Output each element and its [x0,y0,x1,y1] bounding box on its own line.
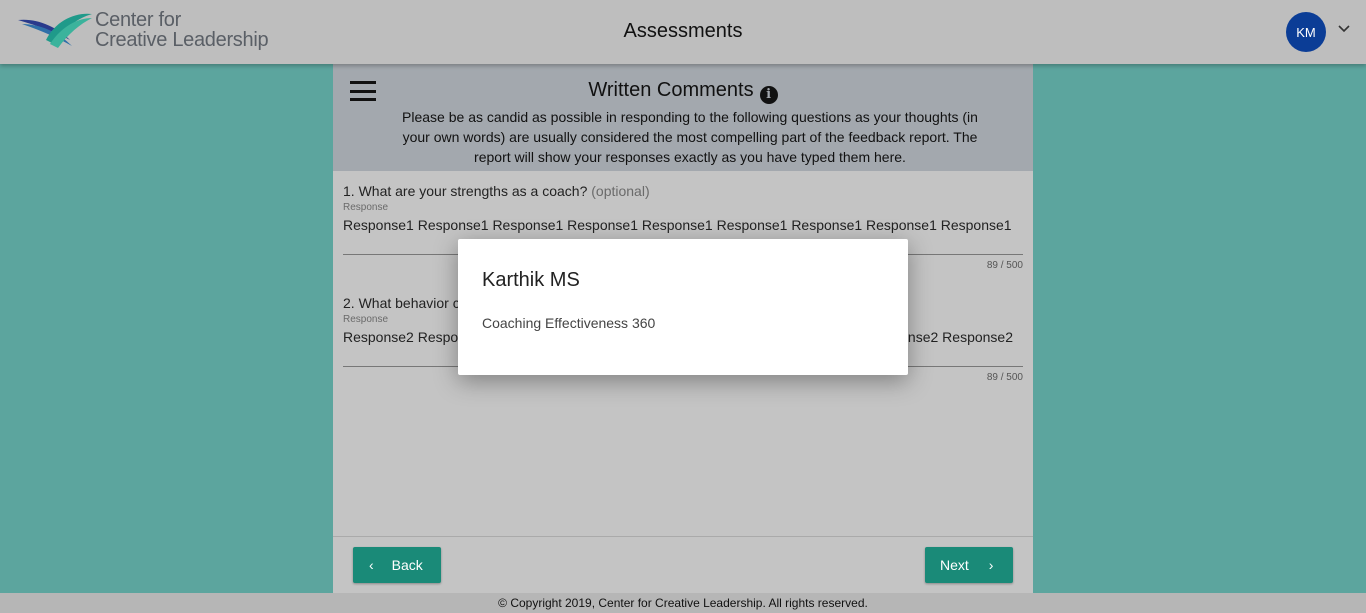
info-dialog: Karthik MS Coaching Effectiveness 360 [458,239,908,375]
dialog-assessment: Coaching Effectiveness 360 [482,315,656,331]
dialog-name: Karthik MS [482,269,580,291]
